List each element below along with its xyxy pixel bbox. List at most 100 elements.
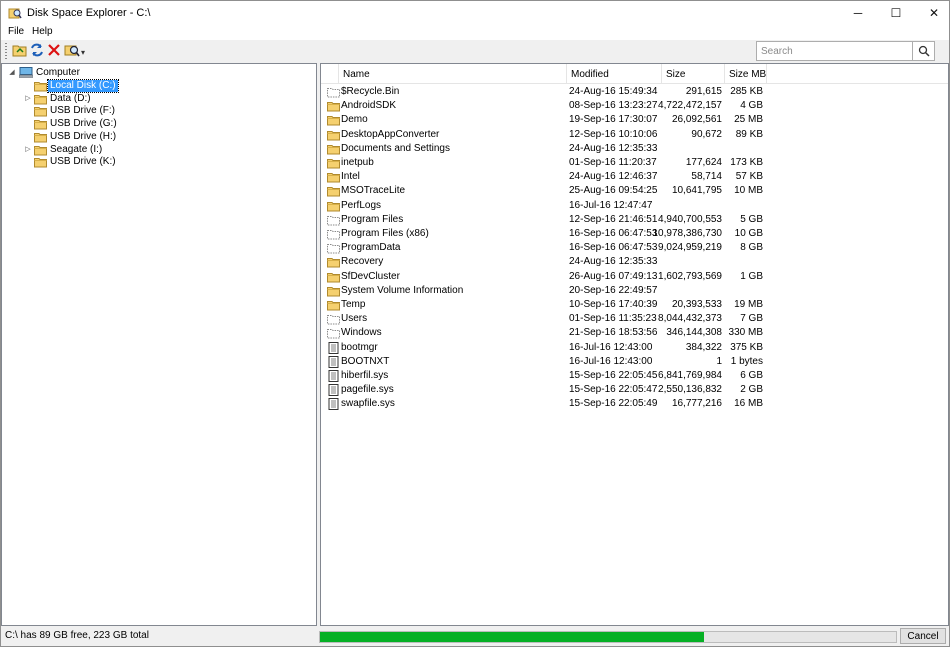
file-list[interactable]: Name Modified Size Size MB $Recycle.Bin 2… [320, 63, 949, 626]
row-name: hiberfil.sys [341, 370, 389, 381]
menu-bar: File Help [1, 25, 949, 40]
row-modified: 20-Sep-16 22:49:57 [569, 284, 658, 296]
row-modified: 16-Jul-16 12:47:47 [569, 199, 653, 211]
close-button[interactable]: ✕ [911, 1, 949, 25]
row-name: ProgramData [341, 242, 401, 254]
drive-tree[interactable]: ◢ Computer Local Disk (C:) ▷ Data (D:) USB … [1, 63, 317, 626]
row-modified: 08-Sep-16 13:23:27 [569, 100, 658, 112]
table-row[interactable]: MSOTraceLite 25-Aug-16 09:54:25 10,641,795… [321, 184, 948, 198]
row-size-mb: 6 GB [740, 370, 763, 381]
column-header-size[interactable]: Size [662, 64, 725, 84]
tree-label-drive: USB Drive (F:) [50, 105, 115, 117]
row-size: 1,602,793,569 [658, 270, 722, 282]
row-size: 6,841,769,984 [658, 370, 722, 381]
table-row[interactable]: hiberfil.sys 15-Sep-16 22:05:45 6,841,769,… [321, 369, 948, 383]
table-row[interactable]: Intel 24-Aug-16 12:46:37 58,714 57 KB [321, 170, 948, 184]
folder-icon [327, 256, 340, 268]
search-button[interactable] [912, 41, 935, 61]
row-size-mb: 7 GB [740, 313, 763, 325]
expander-collapsed-icon[interactable]: ▷ [24, 146, 32, 154]
table-row[interactable]: bootmgr 16-Jul-16 12:43:00 384,322 375 KB [321, 341, 948, 355]
table-row[interactable]: Recovery 24-Aug-16 12:35:33 [321, 255, 948, 269]
menu-file[interactable]: File [6, 26, 26, 37]
table-row[interactable]: Program Files 12-Sep-16 21:46:51 4,940,700… [321, 213, 948, 227]
row-name: pagefile.sys [341, 384, 394, 396]
row-name: inetpub [341, 157, 374, 168]
table-row[interactable]: pagefile.sys 15-Sep-16 22:05:47 2,550,136,… [321, 383, 948, 397]
table-row[interactable]: Users 01-Sep-16 11:35:23 8,044,432,373 7 GB [321, 312, 948, 326]
tree-node-drive[interactable]: ▷ Data (D:) [2, 93, 302, 105]
table-row[interactable]: SfDevCluster 26-Aug-16 07:49:13 1,602,793,… [321, 270, 948, 284]
table-row[interactable]: AndroidSDK 08-Sep-16 13:23:27 4,722,472,15… [321, 99, 948, 113]
tree-node-drive[interactable]: USB Drive (H:) [2, 131, 302, 143]
tree-node-drive[interactable]: USB Drive (G:) [2, 118, 302, 130]
toolbar-overflow-icon[interactable]: ▾ [81, 48, 85, 57]
tree-node-drive[interactable]: USB Drive (K:) [2, 156, 302, 168]
expander-expanded-icon[interactable]: ◢ [8, 69, 16, 77]
row-size: 384,322 [685, 341, 722, 353]
search-folder-icon[interactable] [64, 42, 80, 58]
delete-icon[interactable] [46, 42, 62, 58]
folder-icon [327, 171, 340, 183]
table-row[interactable]: Windows 21-Sep-16 18:53:56 346,144,308 330 … [321, 326, 948, 340]
search-input[interactable] [756, 41, 913, 61]
table-row[interactable]: PerfLogs 16-Jul-16 12:47:47 [321, 199, 948, 213]
special-folder-icon [327, 86, 340, 98]
row-modified: 15-Sep-16 22:05:49 [569, 398, 658, 410]
tree-node-drive[interactable]: ▷ Seagate (I:) [2, 144, 302, 156]
status-bar: C:\ has 89 GB free, 223 GB total Cancel [1, 626, 949, 646]
file-icon [327, 398, 340, 411]
column-header-modified[interactable]: Modified [567, 64, 662, 84]
expander-collapsed-icon[interactable]: ▷ [24, 95, 32, 103]
table-row[interactable]: DesktopAppConverter 12-Sep-16 10:10:06 90,… [321, 128, 948, 142]
row-modified: 24-Aug-16 12:35:33 [569, 256, 658, 268]
row-name: swapfile.sys [341, 398, 395, 410]
toolbar-grip[interactable] [5, 43, 7, 59]
toolbar: ▾ [1, 40, 949, 63]
row-size: 346,144,308 [666, 327, 722, 339]
row-name: Documents and Settings [341, 142, 450, 154]
tree-node-computer[interactable]: ◢ Computer [2, 67, 302, 79]
table-row[interactable]: System Volume Information 20-Sep-16 22:49… [321, 284, 948, 298]
column-header-icon[interactable] [321, 64, 339, 84]
row-name: Windows [341, 327, 382, 339]
row-name: SfDevCluster [341, 270, 400, 282]
row-modified: 24-Aug-16 12:35:33 [569, 142, 658, 154]
table-row[interactable]: Documents and Settings 24-Aug-16 12:35:33 [321, 142, 948, 156]
table-row[interactable]: inetpub 01-Sep-16 11:20:37 177,624 173 KB [321, 156, 948, 170]
table-row[interactable]: ProgramData 16-Sep-16 06:47:53 9,024,959,2… [321, 241, 948, 255]
row-name: Recovery [341, 256, 384, 268]
table-row[interactable]: BOOTNXT 16-Jul-16 12:43:00 1 1 bytes [321, 355, 948, 369]
table-row[interactable]: Temp 10-Sep-16 17:40:39 20,393,533 19 MB [321, 298, 948, 312]
table-row[interactable]: Program Files (x86) 16-Sep-16 06:47:53 10,… [321, 227, 948, 241]
folder-icon [327, 143, 340, 155]
row-modified: 12-Sep-16 10:10:06 [569, 128, 658, 140]
tree-node-drive[interactable]: USB Drive (F:) [2, 105, 302, 117]
table-row[interactable]: Demo 19-Sep-16 17:30:07 26,092,561 25 MB [321, 113, 948, 127]
open-folder-icon[interactable] [12, 42, 28, 58]
column-header-name[interactable]: Name [339, 64, 567, 84]
row-name: BOOTNXT [341, 355, 390, 367]
progress-fill [320, 632, 704, 642]
tree-label-drive: Data (D:) [50, 92, 91, 104]
row-size-mb: 1 GB [740, 270, 763, 282]
row-size-mb: 5 GB [740, 213, 763, 225]
tree-node-drive[interactable]: Local Disk (C:) [2, 79, 302, 93]
row-name: $Recycle.Bin [341, 86, 400, 97]
row-size-mb: 10 GB [734, 228, 763, 239]
row-modified: 01-Sep-16 11:35:23 [569, 313, 657, 325]
table-row[interactable]: $Recycle.Bin 24-Aug-16 15:49:34 291,615 285… [321, 85, 948, 99]
row-size-mb: 8 GB [740, 242, 763, 254]
row-modified: 15-Sep-16 22:05:47 [569, 384, 658, 396]
row-name: Users [341, 313, 368, 325]
refresh-icon[interactable] [29, 42, 45, 58]
folder-icon [327, 157, 340, 169]
table-row[interactable]: swapfile.sys 15-Sep-16 22:05:49 16,777,216… [321, 397, 948, 411]
row-size: 8,044,432,373 [658, 313, 722, 325]
column-header-size-mb[interactable]: Size MB [725, 64, 767, 84]
cancel-button[interactable]: Cancel [900, 628, 946, 644]
row-name: bootmgr [341, 341, 378, 353]
file-icon [327, 341, 340, 354]
menu-help[interactable]: Help [30, 26, 55, 37]
window-title: Disk Space Explorer - C:\ [27, 7, 151, 19]
